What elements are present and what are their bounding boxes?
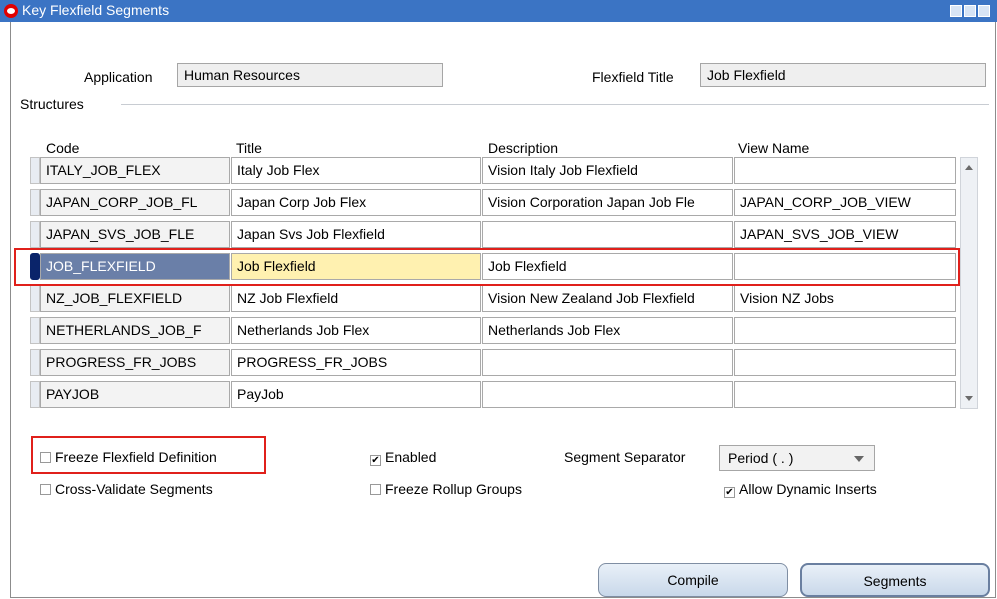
allow-dynamic-inserts-checkbox[interactable]: ✔ Allow Dynamic Inserts	[724, 481, 877, 498]
view-name-cell[interactable]: JAPAN_CORP_JOB_VIEW	[734, 189, 956, 216]
row-indicator[interactable]	[30, 285, 40, 312]
dropdown-arrow-icon	[854, 456, 864, 462]
title-cell[interactable]: PROGRESS_FR_JOBS	[231, 349, 481, 376]
title-cell[interactable]: Netherlands Job Flex	[231, 317, 481, 344]
row-indicator[interactable]	[30, 381, 40, 408]
application-label: Application	[84, 69, 153, 85]
oracle-logo-icon	[4, 4, 18, 18]
segment-separator-select[interactable]: Period ( . )	[719, 445, 875, 471]
description-cell[interactable]: Vision New Zealand Job Flexfield	[482, 285, 733, 312]
section-divider	[121, 104, 989, 105]
minimize-icon[interactable]	[950, 5, 962, 17]
code-cell[interactable]: PAYJOB	[40, 381, 230, 408]
row-indicator[interactable]	[30, 349, 40, 376]
column-header-code: Code	[46, 140, 80, 156]
description-cell[interactable]	[482, 381, 733, 408]
unchecked-box-icon	[40, 452, 51, 463]
view-name-cell[interactable]	[734, 317, 956, 344]
row-indicator[interactable]	[30, 189, 40, 216]
flexfield-title-field[interactable]: Job Flexfield	[700, 63, 986, 87]
row-indicator[interactable]	[30, 157, 40, 184]
description-cell[interactable]: Vision Italy Job Flexfield	[482, 157, 733, 184]
window-title: Key Flexfield Segments	[22, 2, 170, 18]
code-cell[interactable]: JAPAN_CORP_JOB_FL	[40, 189, 230, 216]
application-field[interactable]: Human Resources	[177, 63, 443, 87]
description-cell[interactable]	[482, 221, 733, 248]
title-cell[interactable]: NZ Job Flexfield	[231, 285, 481, 312]
code-cell[interactable]: NZ_JOB_FLEXFIELD	[40, 285, 230, 312]
code-cell[interactable]: NETHERLANDS_JOB_F	[40, 317, 230, 344]
unchecked-box-icon	[370, 484, 381, 495]
title-cell[interactable]: PayJob	[231, 381, 481, 408]
code-cell[interactable]: PROGRESS_FR_JOBS	[40, 349, 230, 376]
cross-validate-segments-checkbox[interactable]: Cross-Validate Segments	[40, 481, 213, 497]
title-cell[interactable]: Japan Corp Job Flex	[231, 189, 481, 216]
unchecked-box-icon	[40, 484, 51, 495]
column-header-description: Description	[488, 140, 559, 156]
view-name-cell[interactable]: Vision NZ Jobs	[734, 285, 956, 312]
maximize-icon[interactable]	[964, 5, 976, 17]
title-cell[interactable]: Italy Job Flex	[231, 157, 481, 184]
row-indicator[interactable]	[30, 221, 40, 248]
row-indicator[interactable]	[30, 317, 40, 344]
structures-scrollbar[interactable]	[960, 157, 978, 409]
freeze-rollup-groups-checkbox[interactable]: Freeze Rollup Groups	[370, 481, 522, 497]
structures-section-label: Structures	[20, 96, 84, 112]
flexfield-title-label: Flexfield Title	[592, 69, 674, 85]
view-name-cell[interactable]	[734, 381, 956, 408]
code-cell[interactable]: ITALY_JOB_FLEX	[40, 157, 230, 184]
checkmark-icon: ✔	[370, 455, 381, 466]
freeze-flexfield-definition-checkbox[interactable]: Freeze Flexfield Definition	[40, 449, 217, 465]
view-name-cell[interactable]: JAPAN_SVS_JOB_VIEW	[734, 221, 956, 248]
description-cell[interactable]	[482, 349, 733, 376]
scroll-arrows-icon[interactable]	[961, 158, 977, 408]
selected-row-highlight	[14, 248, 960, 286]
close-icon[interactable]	[978, 5, 990, 17]
checkmark-icon: ✔	[724, 487, 735, 498]
view-name-cell[interactable]	[734, 349, 956, 376]
enabled-checkbox[interactable]: ✔ Enabled	[370, 449, 436, 466]
column-header-title: Title	[236, 140, 262, 156]
segment-separator-label: Segment Separator	[564, 449, 686, 465]
title-cell[interactable]: Japan Svs Job Flexfield	[231, 221, 481, 248]
window-titlebar: Key Flexfield Segments	[0, 0, 997, 22]
view-name-cell[interactable]	[734, 157, 956, 184]
description-cell[interactable]: Netherlands Job Flex	[482, 317, 733, 344]
column-header-view-name: View Name	[738, 140, 810, 156]
compile-button[interactable]: Compile	[598, 563, 788, 597]
description-cell[interactable]: Vision Corporation Japan Job Fle	[482, 189, 733, 216]
segments-button[interactable]: Segments	[800, 563, 990, 597]
code-cell[interactable]: JAPAN_SVS_JOB_FLE	[40, 221, 230, 248]
